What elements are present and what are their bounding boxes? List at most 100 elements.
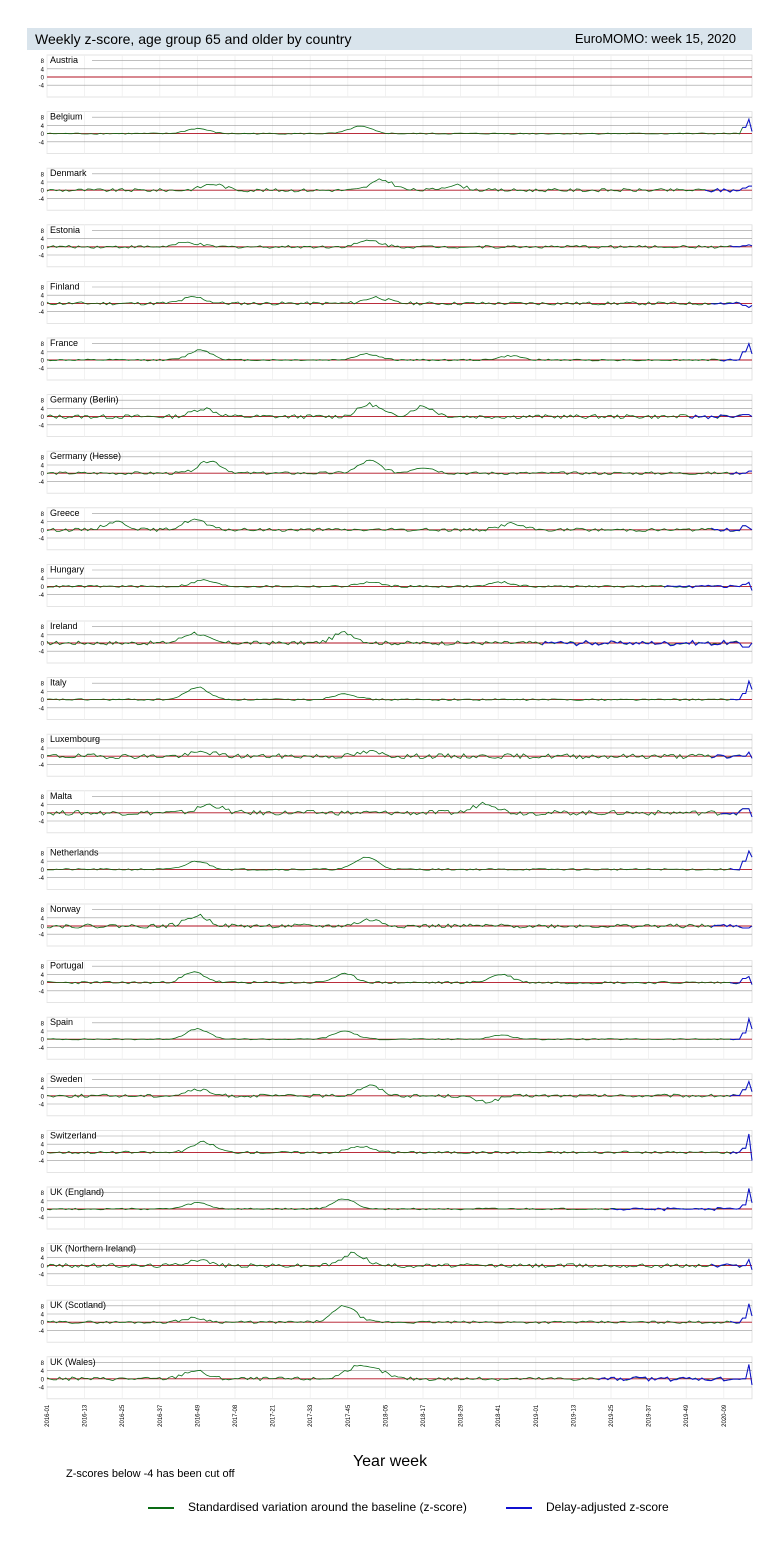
ytick-uk-england-3: -4 [39, 1216, 45, 1222]
ytick-belgium-3: -4 [39, 140, 45, 146]
ytick-sweden-0: 8 [41, 1078, 45, 1084]
xtick-2017-08: 2017-08 [233, 1404, 239, 1427]
ytick-greece-1: 4 [41, 520, 45, 526]
ytick-estonia-1: 4 [41, 237, 45, 243]
xtick-2019-01: 2019-01 [534, 1404, 540, 1427]
ytick-france-1: 4 [41, 350, 45, 356]
panel-label-portugal: Portugal [50, 961, 84, 971]
ytick-italy-2: 0 [41, 698, 45, 704]
ytick-ireland-2: 0 [41, 642, 45, 648]
xtick-2020-09: 2020-09 [722, 1404, 728, 1427]
ytick-portugal-3: -4 [39, 989, 45, 995]
ytick-malta-2: 0 [41, 811, 45, 817]
ytick-greece-0: 8 [41, 512, 45, 518]
ytick-hungary-3: -4 [39, 593, 45, 599]
ytick-portugal-0: 8 [41, 965, 45, 971]
ytick-germany-hesse-2: 0 [41, 472, 45, 478]
ytick-spain-0: 8 [41, 1021, 45, 1027]
ytick-germany-hesse-1: 4 [41, 464, 45, 470]
ytick-sweden-1: 4 [41, 1086, 45, 1092]
panel-label-malta: Malta [50, 791, 72, 801]
ytick-france-0: 8 [41, 342, 45, 348]
ytick-finland-2: 0 [41, 302, 45, 308]
legend-item-zscore: Standardised variation around the baseli… [148, 1500, 467, 1514]
panel-label-sweden: Sweden [50, 1074, 83, 1084]
panel-label-italy: Italy [50, 678, 67, 688]
ytick-switzerland-2: 0 [41, 1151, 45, 1157]
ytick-norway-3: -4 [39, 933, 45, 939]
ytick-spain-1: 4 [41, 1030, 45, 1036]
panel-label-germany-berlin: Germany (Berlin) [50, 395, 119, 405]
ytick-belgium-2: 0 [41, 132, 45, 138]
panel-ireland [46, 620, 753, 664]
xtick-2016-01: 2016-01 [45, 1404, 51, 1427]
xtick-2019-13: 2019-13 [571, 1404, 577, 1427]
ytick-sweden-3: -4 [39, 1103, 45, 1109]
xtick-2017-45: 2017-45 [346, 1404, 352, 1427]
panel-malta [46, 790, 753, 834]
ytick-malta-0: 8 [41, 795, 45, 801]
ytick-uk-wales-3: -4 [39, 1386, 45, 1392]
xtick-2019-49: 2019-49 [684, 1404, 690, 1427]
xtick-2016-37: 2016-37 [158, 1404, 164, 1427]
panel-label-uk-wales: UK (Wales) [50, 1357, 96, 1367]
panel-label-uk-england: UK (England) [50, 1187, 104, 1197]
legend-label-delay: Delay-adjusted z-score [546, 1500, 669, 1514]
ytick-portugal-2: 0 [41, 981, 45, 987]
panel-spain [46, 1016, 753, 1060]
panel-label-luxembourg: Luxembourg [50, 734, 100, 744]
panel-label-ireland: Ireland [50, 621, 78, 631]
ytick-denmark-2: 0 [41, 189, 45, 195]
ytick-uk-england-1: 4 [41, 1199, 45, 1205]
panel-label-greece: Greece [50, 508, 80, 518]
ytick-uk-scotland-1: 4 [41, 1313, 45, 1319]
panel-label-uk-scotland: UK (Scotland) [50, 1300, 106, 1310]
ytick-ireland-0: 8 [41, 625, 45, 631]
ytick-uk-northern-ireland-1: 4 [41, 1256, 45, 1262]
ytick-greece-3: -4 [39, 537, 45, 543]
ytick-luxembourg-2: 0 [41, 755, 45, 761]
panel-label-spain: Spain [50, 1017, 73, 1027]
ytick-ireland-3: -4 [39, 650, 45, 656]
panel-belgium [46, 111, 753, 154]
ytick-uk-northern-ireland-3: -4 [39, 1272, 45, 1278]
ytick-uk-scotland-3: -4 [39, 1329, 45, 1335]
ytick-denmark-0: 8 [41, 172, 45, 178]
panel-hungary [46, 564, 753, 607]
ytick-netherlands-0: 8 [41, 852, 45, 858]
chart-area: 8 4 0 -4 Austria 8 4 0 -4 Belgium 8 4 0 -4 Denmark 8 4 0 -… [39, 54, 753, 1427]
ytick-estonia-3: -4 [39, 254, 45, 260]
legend-label-zscore: Standardised variation around the baseli… [188, 1500, 467, 1514]
ytick-uk-northern-ireland-0: 8 [41, 1248, 45, 1254]
ytick-germany-berlin-0: 8 [41, 399, 45, 405]
panel-label-austria: Austria [50, 55, 78, 65]
ytick-portugal-1: 4 [41, 973, 45, 979]
xtick-2016-25: 2016-25 [120, 1404, 126, 1427]
ytick-france-3: -4 [39, 367, 45, 373]
panel-label-norway: Norway [50, 904, 81, 914]
legend-swatch-zscore [148, 1506, 174, 1509]
ytick-italy-0: 8 [41, 682, 45, 688]
ytick-austria-2: 0 [41, 76, 45, 82]
ytick-denmark-1: 4 [41, 181, 45, 187]
xtick-2018-41: 2018-41 [496, 1404, 502, 1427]
ytick-norway-2: 0 [41, 925, 45, 931]
legend-item-delay: Delay-adjusted z-score [506, 1500, 669, 1514]
ytick-uk-wales-0: 8 [41, 1361, 45, 1367]
ytick-hungary-0: 8 [41, 569, 45, 575]
xtick-2017-33: 2017-33 [308, 1404, 314, 1427]
ytick-switzerland-1: 4 [41, 1143, 45, 1149]
panel-estonia [46, 224, 753, 268]
panel-label-switzerland: Switzerland [50, 1130, 97, 1140]
ytick-uk-northern-ireland-2: 0 [41, 1264, 45, 1270]
ytick-finland-3: -4 [39, 310, 45, 316]
panel-label-france: France [50, 338, 78, 348]
ytick-luxembourg-0: 8 [41, 738, 45, 744]
panel-label-estonia: Estonia [50, 225, 80, 235]
ytick-netherlands-1: 4 [41, 860, 45, 866]
ytick-greece-2: 0 [41, 528, 45, 534]
ytick-germany-berlin-2: 0 [41, 415, 45, 421]
ytick-france-2: 0 [41, 359, 45, 365]
legend-swatch-delay [506, 1506, 532, 1509]
panel-france [46, 337, 753, 381]
